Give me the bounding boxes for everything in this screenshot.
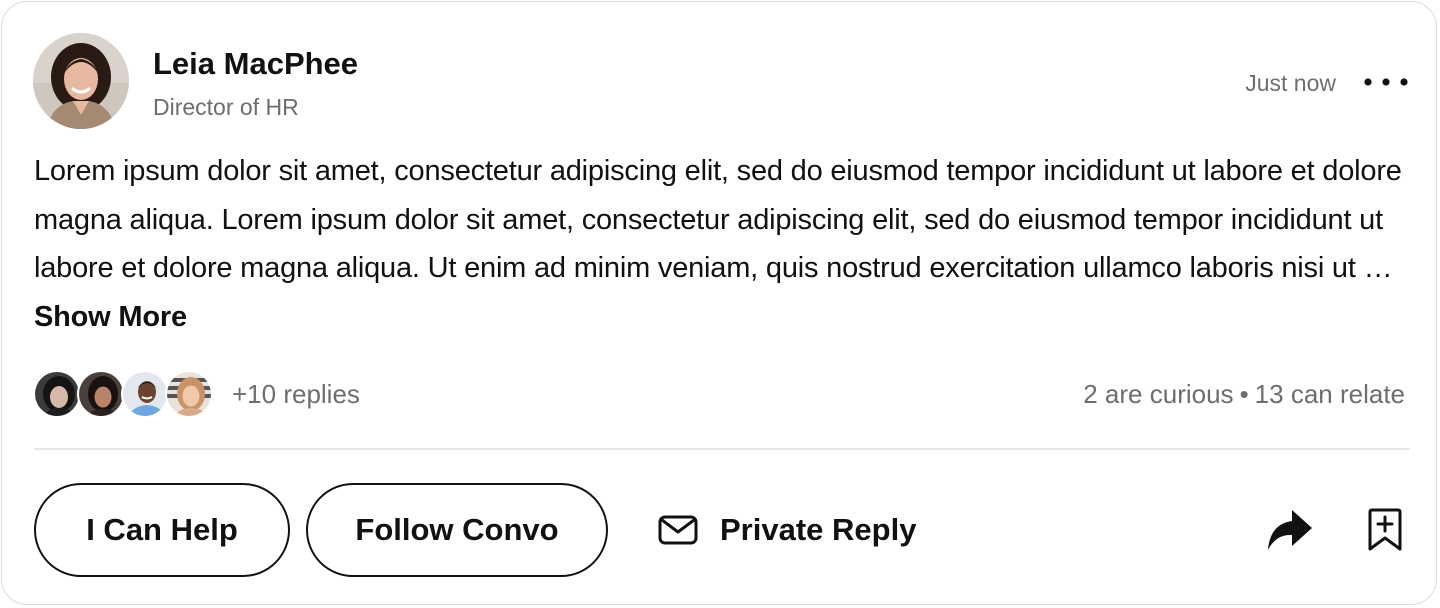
post-body: Lorem ipsum dolor sit amet, consectetur … bbox=[34, 147, 1414, 341]
share-button[interactable] bbox=[1264, 508, 1314, 552]
private-reply-label: Private Reply bbox=[720, 512, 917, 547]
reaction-summary[interactable]: 2 are curious • 13 can relate bbox=[1083, 378, 1405, 410]
replier-avatar bbox=[121, 370, 169, 418]
reaction-separator: • bbox=[1239, 379, 1249, 409]
i-can-help-button[interactable]: I Can Help bbox=[34, 483, 290, 577]
replier-avatar bbox=[77, 370, 125, 418]
follow-convo-button[interactable]: Follow Convo bbox=[306, 483, 608, 577]
replier-avatar bbox=[165, 370, 213, 418]
replier-avatar-image bbox=[123, 372, 167, 416]
bookmark-button[interactable] bbox=[1366, 508, 1404, 552]
private-reply-button[interactable]: Private Reply bbox=[658, 507, 916, 553]
replier-avatar bbox=[33, 370, 81, 418]
mail-icon bbox=[658, 515, 698, 545]
replier-avatar-image bbox=[35, 372, 79, 416]
post-body-text: Lorem ipsum dolor sit amet, consectetur … bbox=[34, 155, 1402, 284]
curious-count: 2 are curious bbox=[1083, 379, 1234, 409]
author-avatar[interactable] bbox=[33, 33, 129, 129]
author-role: Director of HR bbox=[153, 94, 299, 120]
relate-count: 13 can relate bbox=[1254, 379, 1405, 409]
replier-avatar-image bbox=[79, 372, 123, 416]
post-card: Leia MacPhee Director of HR Just now Lor… bbox=[1, 1, 1437, 605]
action-divider bbox=[34, 448, 1410, 450]
replier-avatars[interactable] bbox=[33, 370, 217, 418]
bookmark-add-icon bbox=[1368, 508, 1402, 551]
more-horizontal-icon bbox=[1364, 78, 1408, 86]
replier-avatar-image bbox=[167, 372, 211, 416]
author-avatar-image bbox=[33, 33, 129, 129]
show-more-link[interactable]: Show More bbox=[34, 301, 187, 333]
post-timestamp: Just now bbox=[1245, 70, 1336, 96]
more-options-button[interactable] bbox=[1358, 66, 1414, 98]
replies-count-link[interactable]: +10 replies bbox=[232, 378, 360, 410]
author-name[interactable]: Leia MacPhee bbox=[153, 46, 358, 82]
share-icon bbox=[1268, 510, 1312, 550]
